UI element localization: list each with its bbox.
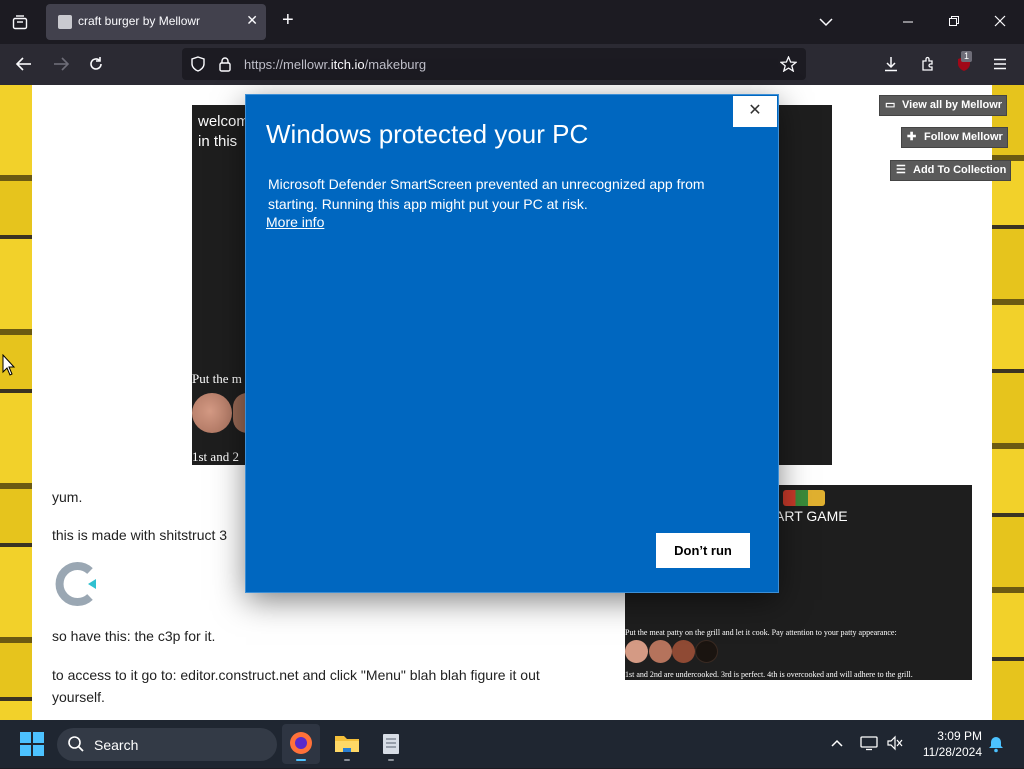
add-to-collection-button[interactable]: ☰ Add To Collection (890, 160, 1012, 181)
game-title-text: ART GAME (775, 508, 848, 524)
tab-close-icon[interactable]: ✕ (246, 12, 258, 29)
patty-raw (625, 640, 648, 663)
dont-run-button[interactable]: Don’t run (656, 533, 750, 568)
browser-tab-bar: craft burger by Mellowr ✕ + (0, 0, 1024, 44)
extension-badge: 1 (961, 51, 973, 62)
bookmark-star-icon[interactable] (779, 55, 798, 76)
tab-overview-icon[interactable] (12, 14, 28, 34)
file-explorer-taskbar-icon[interactable] (328, 724, 366, 764)
taskbar-clock[interactable]: 3:09 PM 11/28/2024 (900, 728, 982, 760)
windows-taskbar: Search 3:09 PM 11/28/2024 (0, 720, 1024, 768)
url-path: /makeburg (364, 57, 427, 72)
add-list-icon: ☰ (896, 164, 906, 176)
game-note-text: 1st and 2nd are undercooked. 3rd is perf… (625, 670, 913, 679)
more-info-link[interactable]: More info (266, 214, 324, 230)
game-welcome-text: welcome in this (198, 113, 250, 150)
taskbar-search-box[interactable]: Search (57, 728, 277, 761)
minimize-icon[interactable] (902, 14, 914, 34)
game-logo-image (783, 490, 825, 506)
mouse-cursor-icon (2, 353, 16, 381)
view-all-by-author-button[interactable]: ▭ View all by Mellowr (879, 95, 1008, 116)
window-close-icon[interactable] (994, 14, 1006, 32)
search-icon (67, 735, 85, 758)
description-access-line2: yourself. (52, 689, 105, 705)
patty-perfect (672, 640, 695, 663)
restore-icon[interactable] (948, 14, 960, 32)
dialog-title: Windows protected your PC (266, 119, 589, 149)
construct-logo-icon (54, 561, 100, 607)
tab-title: craft burger by Mellowr (78, 14, 201, 28)
tracking-protection-shield-icon[interactable] (190, 56, 206, 76)
list-all-tabs-icon[interactable] (818, 14, 834, 34)
clock-date: 11/28/2024 (922, 745, 982, 759)
gallery-icon: ▭ (885, 99, 896, 111)
search-label: Search (94, 737, 139, 753)
url-text[interactable]: https://mellowr.itch.io/makeburg (244, 57, 426, 72)
left-background-art (0, 85, 32, 720)
address-bar[interactable]: https://mellowr.itch.io/makeburg (182, 48, 806, 80)
description-c3p: so have this: the c3p for it. (52, 628, 216, 644)
browser-nav-bar: https://mellowr.itch.io/makeburg 1 (0, 44, 1024, 85)
tab-craft-burger[interactable]: craft burger by Mellowr ✕ (46, 4, 266, 40)
tab-favicon-icon (58, 15, 72, 29)
patty-raw (192, 393, 232, 433)
downloads-icon[interactable] (883, 56, 899, 76)
game-note-text: 1st and 2 (192, 449, 239, 464)
game-instruction-text: Put the meat patty on the grill and let … (625, 628, 897, 637)
display-icon[interactable] (860, 735, 878, 756)
game-instruction-text: Put the m (192, 371, 242, 386)
new-tab-button[interactable]: + (282, 10, 294, 30)
lock-icon[interactable] (218, 56, 232, 76)
notepad-taskbar-icon[interactable] (372, 724, 410, 764)
forward-icon[interactable] (52, 56, 70, 76)
description-yum: yum. (52, 489, 83, 505)
dialog-close-button[interactable]: ✕ (733, 96, 777, 127)
smartscreen-dialog: ✕ Windows protected your PC Microsoft De… (246, 95, 778, 592)
url-domain: itch.io (330, 57, 365, 72)
back-icon[interactable] (15, 56, 33, 76)
follow-author-button[interactable]: ✚ Follow Mellowr (901, 127, 1008, 148)
start-windows-icon[interactable] (20, 732, 44, 756)
clock-time: 3:09 PM (937, 729, 982, 743)
notifications-bell-icon[interactable] (988, 735, 1004, 758)
patty-medium (649, 640, 672, 663)
description-access-line1: to access to it go to: editor.construct.… (52, 667, 540, 683)
add-user-icon: ✚ (907, 131, 917, 143)
app-menu-icon[interactable] (992, 56, 1008, 76)
url-prefix: https://mellowr. (244, 57, 331, 72)
description-made-with: this is made with shitstruct 3 (52, 527, 228, 543)
patty-rare (233, 393, 247, 433)
patty-burnt (695, 640, 718, 663)
dialog-message: Microsoft Defender SmartScreen prevented… (268, 176, 705, 212)
reload-icon[interactable] (88, 56, 104, 76)
extensions-icon[interactable] (920, 56, 936, 76)
firefox-taskbar-icon[interactable] (282, 724, 320, 764)
show-hidden-icons-chevron-icon[interactable] (830, 736, 844, 755)
